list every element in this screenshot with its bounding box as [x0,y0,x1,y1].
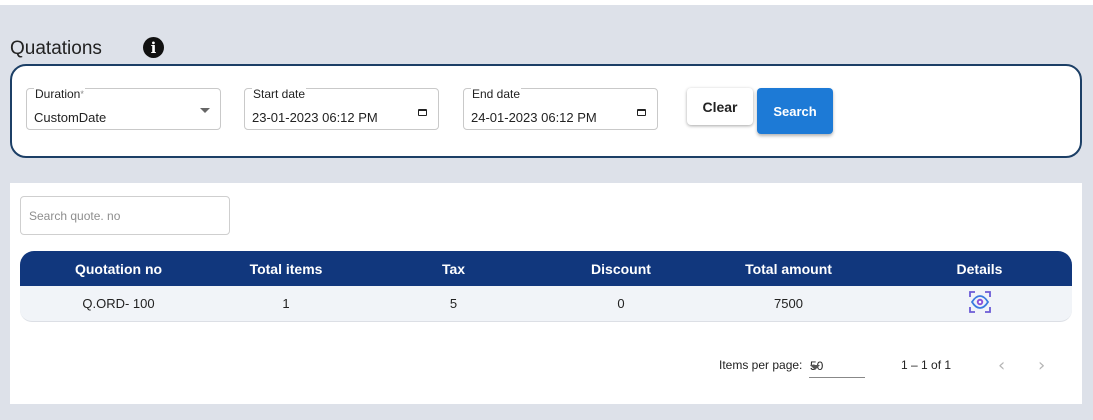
discount-cell: 0 [617,296,625,311]
table-row: Q.ORD- 100 1 5 0 7500 [20,286,1072,322]
items-per-page-select[interactable]: 50 [809,358,865,378]
details-cell [887,290,1072,317]
results-panel: Quotation no Total items Tax Discount To… [10,183,1082,404]
search-button[interactable]: Search [757,88,833,134]
page-title: Quatations [10,38,102,59]
title-row: Quatations i [10,37,164,60]
chevron-right-icon[interactable]: › [1038,355,1045,376]
quotation-no-cell: Q.ORD- 100 [82,296,155,311]
items-per-page-label: Items per page: [719,358,803,372]
total-items-cell: 1 [282,296,290,311]
info-icon[interactable]: i [143,37,164,58]
chevron-down-icon [200,108,210,113]
pagination-range: 1 – 1 of 1 [901,358,952,372]
column-header: Details [956,260,1003,277]
column-header: Tax [441,260,466,277]
chevron-down-icon [810,365,820,370]
calendar-icon[interactable] [637,109,646,116]
filter-panel: Duration* CustomDate Start date 23-01-20… [10,64,1082,158]
quotations-table: Quotation no Total items Tax Discount To… [20,251,1072,322]
search-input[interactable] [21,197,229,234]
duration-value: CustomDate [34,110,107,125]
clear-button[interactable]: Clear [687,88,753,125]
duration-select[interactable]: Duration* CustomDate [26,88,221,130]
calendar-icon[interactable] [418,109,427,116]
duration-label: Duration* [34,87,85,101]
start-date-field[interactable]: Start date 23-01-2023 06:12 PM [244,88,439,130]
column-header: Discount [591,260,651,277]
end-date-field[interactable]: End date 24-01-2023 06:12 PM [463,88,658,130]
end-date-value: 24-01-2023 06:12 PM [471,110,597,125]
column-header: Quotation no [74,260,163,277]
column-header: Total amount [745,260,832,277]
chevron-left-icon[interactable]: ‹ [998,355,1005,376]
total-amount-cell: 7500 [774,296,803,311]
tax-cell: 5 [449,296,458,311]
page-background: Quatations i Duration* CustomDate Start … [0,5,1093,420]
view-eye-icon[interactable] [968,290,992,314]
start-date-value: 23-01-2023 06:12 PM [252,110,378,125]
column-header: Total items [249,260,323,277]
end-date-label: End date [471,87,522,101]
search-field[interactable] [20,196,230,235]
table-header: Quotation no Total items Tax Discount To… [20,251,1072,286]
start-date-label: Start date [252,87,307,101]
